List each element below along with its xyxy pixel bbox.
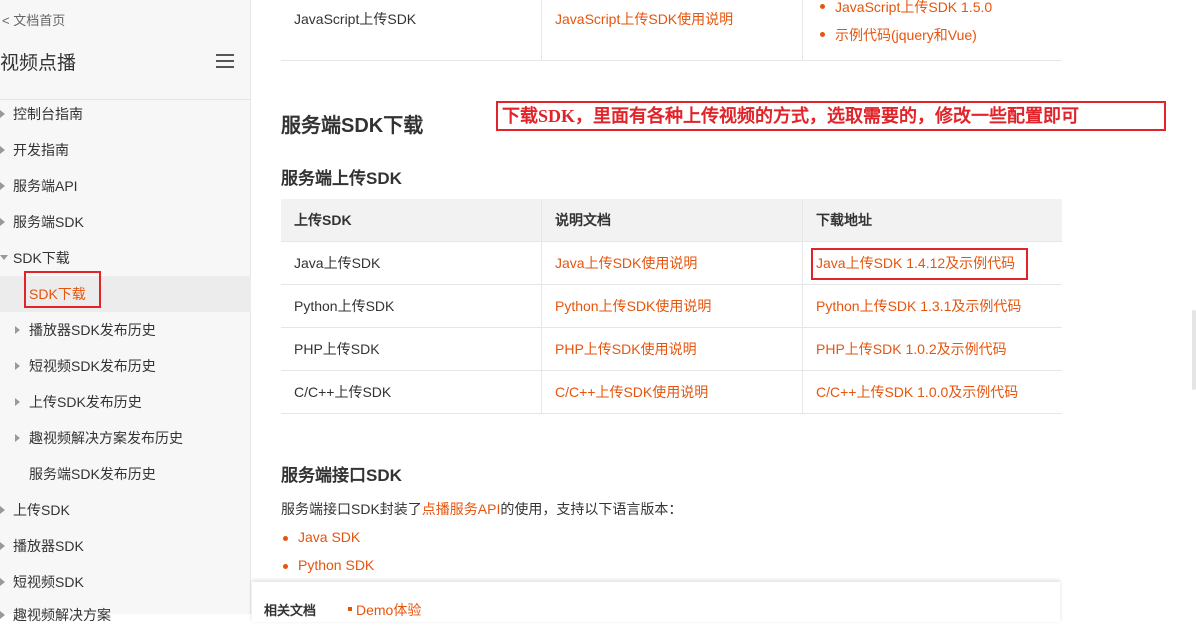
sdk-download-cell: JavaScript上传SDK 1.5.0 示例代码(jquery和Vue) [802,0,1062,61]
sidebar-item-upload-history[interactable]: 上传SDK发布历史 [0,384,251,420]
sdk-doc-link[interactable]: Python上传SDK使用说明 [541,284,803,328]
js-sdk-table: JavaScript上传SDK JavaScript上传SDK使用说明 Java… [281,0,1062,61]
active-item-highlight [24,271,101,308]
caret-right-icon [15,326,20,334]
caret-right-icon [0,611,5,619]
related-docs-bar: 相关文档 Demo体验 [252,581,1060,622]
bullet-icon [283,536,288,541]
api-link[interactable]: 点播服务API [422,501,501,517]
subheading-upload-sdk: 服务端上传SDK [281,169,402,188]
table-header-row: 上传SDK 说明文档 下载地址 [281,199,1062,242]
sidebar-item-server-sdk[interactable]: 服务端SDK [0,204,251,240]
bullet-icon [820,4,825,9]
sidebar-item-short-video-sdk[interactable]: 短视频SDK [0,564,251,600]
annotation-note: 下载SDK，里面有各种上传视频的方式，选取需要的，修改一些配置即可 [496,101,1166,131]
sidebar-item-dev-guide[interactable]: 开发指南 [0,132,251,168]
sdk-download-link[interactable]: PHP上传SDK 1.0.2及示例代码 [802,327,1062,371]
back-to-docs-link[interactable]: < 文档首页 [2,10,65,29]
sidebar-item-player-sdk[interactable]: 播放器SDK [0,528,251,564]
server-upload-sdk-table: 上传SDK 说明文档 下载地址 Java上传SDK Java上传SDK使用说明 … [281,199,1062,414]
caret-right-icon [0,506,5,514]
subheading-interface-sdk: 服务端接口SDK [281,466,402,485]
list-item[interactable]: 示例代码(jquery和Vue) [820,25,1040,43]
caret-down-icon [0,255,8,260]
sidebar-item-player-history[interactable]: 播放器SDK发布历史 [0,312,251,348]
interface-sdk-description: 服务端接口SDK封装了点播服务API的使用，支持以下语言版本： [281,501,683,517]
caret-right-icon [0,182,5,190]
bullet-icon [820,32,825,37]
list-item-python-sdk[interactable]: Python SDK [283,557,403,575]
sidebar-item-server-api[interactable]: 服务端API [0,168,251,204]
caret-right-icon [0,218,5,226]
column-header: 下载地址 [802,199,1062,242]
bullet-icon [348,607,352,611]
list-item[interactable]: JavaScript上传SDK 1.5.0 [820,0,1040,15]
table-row: PHP上传SDK PHP上传SDK使用说明 PHP上传SDK 1.0.2及示例代… [281,327,1062,371]
menu-icon[interactable] [216,54,234,68]
sidebar-title: 视频点播 [0,53,77,74]
sidebar-item-server-sdk-history[interactable]: 服务端SDK发布历史 [0,456,251,492]
sdk-doc-link[interactable]: Java上传SDK使用说明 [541,241,803,285]
sidebar: < 文档首页 视频点播 控制台指南 开发指南 服务端API 服务端SDK SDK… [0,0,251,623]
sdk-doc-link[interactable]: C/C++上传SDK使用说明 [541,370,803,414]
section-heading-server-sdk: 服务端SDK下载 [281,115,424,137]
caret-right-icon [15,398,20,406]
caret-right-icon [15,362,20,370]
sdk-doc-link[interactable]: JavaScript上传SDK使用说明 [541,0,803,61]
scrollbar[interactable] [1192,310,1196,390]
column-header: 说明文档 [541,199,803,242]
table-row: C/C++上传SDK C/C++上传SDK使用说明 C/C++上传SDK 1.0… [281,370,1062,414]
sdk-download-link[interactable]: Python上传SDK 1.3.1及示例代码 [802,284,1062,328]
column-header: 上传SDK [281,199,542,242]
download-link-highlight [811,248,1028,280]
caret-right-icon [0,110,5,118]
demo-link[interactable]: Demo体验 [356,600,421,620]
sidebar-item-upload-sdk[interactable]: 上传SDK [0,492,251,528]
bullet-icon [283,564,288,569]
table-row: Python上传SDK Python上传SDK使用说明 Python上传SDK … [281,284,1062,328]
list-item-java-sdk[interactable]: Java SDK [283,529,403,547]
sdk-name-cell: Java上传SDK [281,241,542,285]
sdk-download-link[interactable]: C/C++上传SDK 1.0.0及示例代码 [802,370,1062,414]
sdk-doc-link[interactable]: PHP上传SDK使用说明 [541,327,803,371]
sdk-name-cell: JavaScript上传SDK [281,0,542,61]
table-row: JavaScript上传SDK JavaScript上传SDK使用说明 Java… [281,0,1062,61]
sidebar-item-fun-video-solution[interactable]: 趣视频解决方案 [0,597,251,633]
caret-right-icon [0,146,5,154]
caret-right-icon [0,578,5,586]
sidebar-item-console-guide[interactable]: 控制台指南 [0,96,251,132]
sdk-name-cell: Python上传SDK [281,284,542,328]
sdk-name-cell: C/C++上传SDK [281,370,542,414]
caret-right-icon [0,542,5,550]
sdk-name-cell: PHP上传SDK [281,327,542,371]
caret-right-icon [15,434,20,442]
related-docs-label: 相关文档 [264,603,317,618]
sidebar-item-short-video-history[interactable]: 短视频SDK发布历史 [0,348,251,384]
sidebar-item-fun-video-history[interactable]: 趣视频解决方案发布历史 [0,420,251,456]
